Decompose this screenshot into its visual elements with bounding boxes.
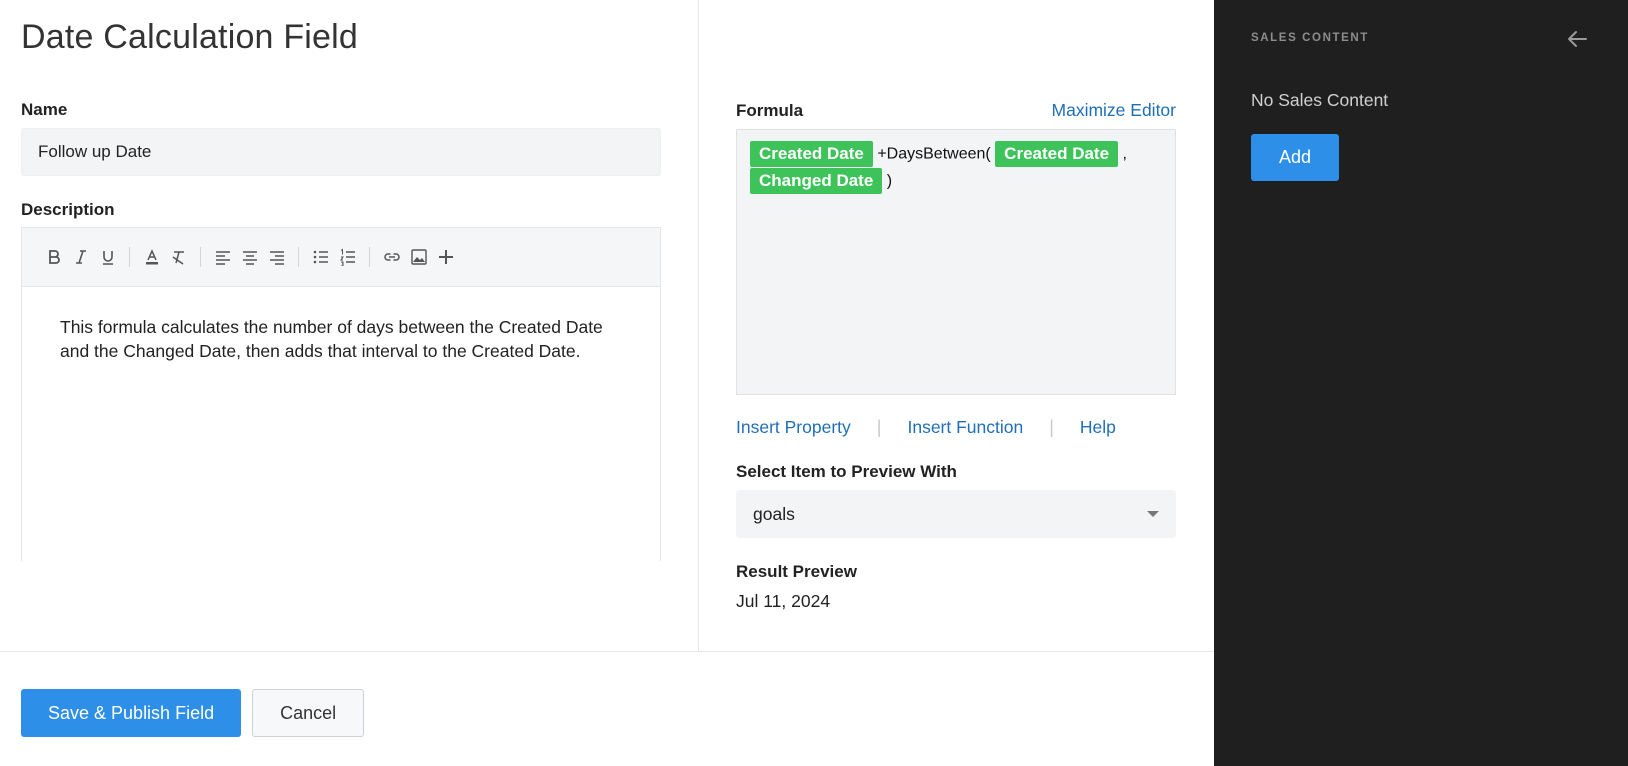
clear-format-icon[interactable]	[165, 244, 192, 271]
name-input[interactable]: Follow up Date	[21, 128, 661, 176]
column-divider	[698, 0, 699, 651]
image-icon[interactable]	[405, 244, 432, 271]
formula-links: Insert Property | Insert Function | Help	[736, 417, 1176, 438]
editor-toolbar	[22, 228, 660, 287]
help-link[interactable]: Help	[1080, 417, 1116, 438]
right-column: Formula Maximize Editor Created Date +Da…	[736, 100, 1176, 612]
formula-token-created-date[interactable]: Created Date	[750, 140, 873, 167]
add-sales-content-button[interactable]: Add	[1251, 134, 1339, 181]
save-publish-button[interactable]: Save & Publish Field	[21, 689, 242, 737]
left-column: Name Follow up Date Description	[21, 100, 661, 220]
page-title: Date Calculation Field	[21, 18, 359, 56]
align-left-icon[interactable]	[209, 244, 236, 271]
chevron-down-icon	[1147, 511, 1159, 517]
text-color-icon[interactable]	[138, 244, 165, 271]
formula-comma: ,	[1122, 145, 1127, 163]
underline-icon[interactable]	[94, 244, 121, 271]
formula-close-paren: )	[886, 172, 893, 190]
description-editor: This formula calculates the number of da…	[21, 227, 661, 561]
preview-label: Select Item to Preview With	[736, 462, 957, 481]
toolbar-divider	[200, 247, 201, 267]
toolbar-divider	[369, 247, 370, 267]
sidebar-title: SALES CONTENT	[1251, 32, 1369, 44]
italic-icon[interactable]	[67, 244, 94, 271]
cancel-button[interactable]: Cancel	[252, 689, 365, 737]
formula-header: Formula Maximize Editor	[736, 100, 1176, 121]
sales-content-sidebar: SALES CONTENT No Sales Content Add	[1214, 0, 1628, 766]
bold-icon[interactable]	[40, 244, 67, 271]
link-icon[interactable]	[378, 244, 405, 271]
formula-function-text: +DaysBetween(	[877, 145, 991, 163]
maximize-editor-link[interactable]: Maximize Editor	[1052, 100, 1176, 121]
sidebar-empty-text: No Sales Content	[1251, 90, 1389, 110]
result-preview-label: Result Preview	[736, 562, 857, 581]
align-right-icon[interactable]	[263, 244, 290, 271]
link-separator: |	[876, 417, 882, 437]
align-center-icon[interactable]	[236, 244, 263, 271]
bulleted-list-icon[interactable]	[307, 244, 334, 271]
formula-editor[interactable]: Created Date +DaysBetween( Created Date …	[736, 129, 1176, 395]
name-label: Name	[21, 100, 68, 119]
insert-function-link[interactable]: Insert Function	[907, 417, 1023, 438]
link-separator: |	[1049, 417, 1054, 437]
insert-property-link[interactable]: Insert Property	[736, 417, 851, 438]
preview-selected-value: goals	[753, 503, 795, 524]
footer-divider	[0, 651, 1214, 652]
field-editor-panel: Date Calculation Field Name Follow up Da…	[0, 0, 1214, 766]
preview-item-select[interactable]: goals	[736, 490, 1176, 538]
arrow-left-icon[interactable]	[1564, 26, 1590, 52]
result-preview-value: Jul 11, 2024	[736, 591, 831, 611]
formula-label: Formula	[736, 100, 804, 120]
plus-icon[interactable]	[432, 244, 459, 271]
toolbar-divider	[129, 247, 130, 267]
toolbar-divider	[298, 247, 299, 267]
formula-token-created-date[interactable]: Created Date	[995, 140, 1119, 167]
footer-actions: Save & Publish Field Cancel	[21, 689, 365, 737]
description-label: Description	[21, 200, 115, 219]
description-text[interactable]: This formula calculates the number of da…	[22, 287, 660, 391]
formula-token-changed-date[interactable]: Changed Date	[750, 168, 883, 195]
numbered-list-icon[interactable]	[334, 244, 361, 271]
